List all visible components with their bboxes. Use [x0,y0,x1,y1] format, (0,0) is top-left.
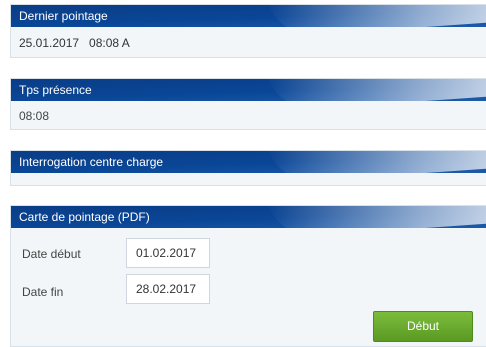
cost-center-header[interactable]: Interrogation centre charge [11,151,486,173]
last-punch-value: 25.01.2017 08:08 A [19,36,130,50]
presence-header: Tps présence [11,79,486,101]
timecard-title: Carte de pointage (PDF) [19,210,150,224]
presence-panel: Tps présence 08:08 [10,78,486,130]
end-date-label: Date fin [22,285,64,299]
start-date-label: Date début [22,247,81,261]
start-button[interactable]: Début [373,311,473,342]
last-punch-title: Dernier pointage [19,9,108,23]
timecard-header: Carte de pointage (PDF) [11,206,486,228]
cost-center-title: Interrogation centre charge [19,155,164,169]
cost-center-panel[interactable]: Interrogation centre charge [10,150,486,186]
end-date-field[interactable]: 28.02.2017 [126,274,210,304]
last-punch-header: Dernier pointage [11,5,486,27]
presence-title: Tps présence [19,83,92,97]
start-date-field[interactable]: 01.02.2017 [126,238,210,268]
last-punch-panel: Dernier pointage 25.01.2017 08:08 A [10,4,486,58]
presence-value: 08:08 [19,109,50,123]
